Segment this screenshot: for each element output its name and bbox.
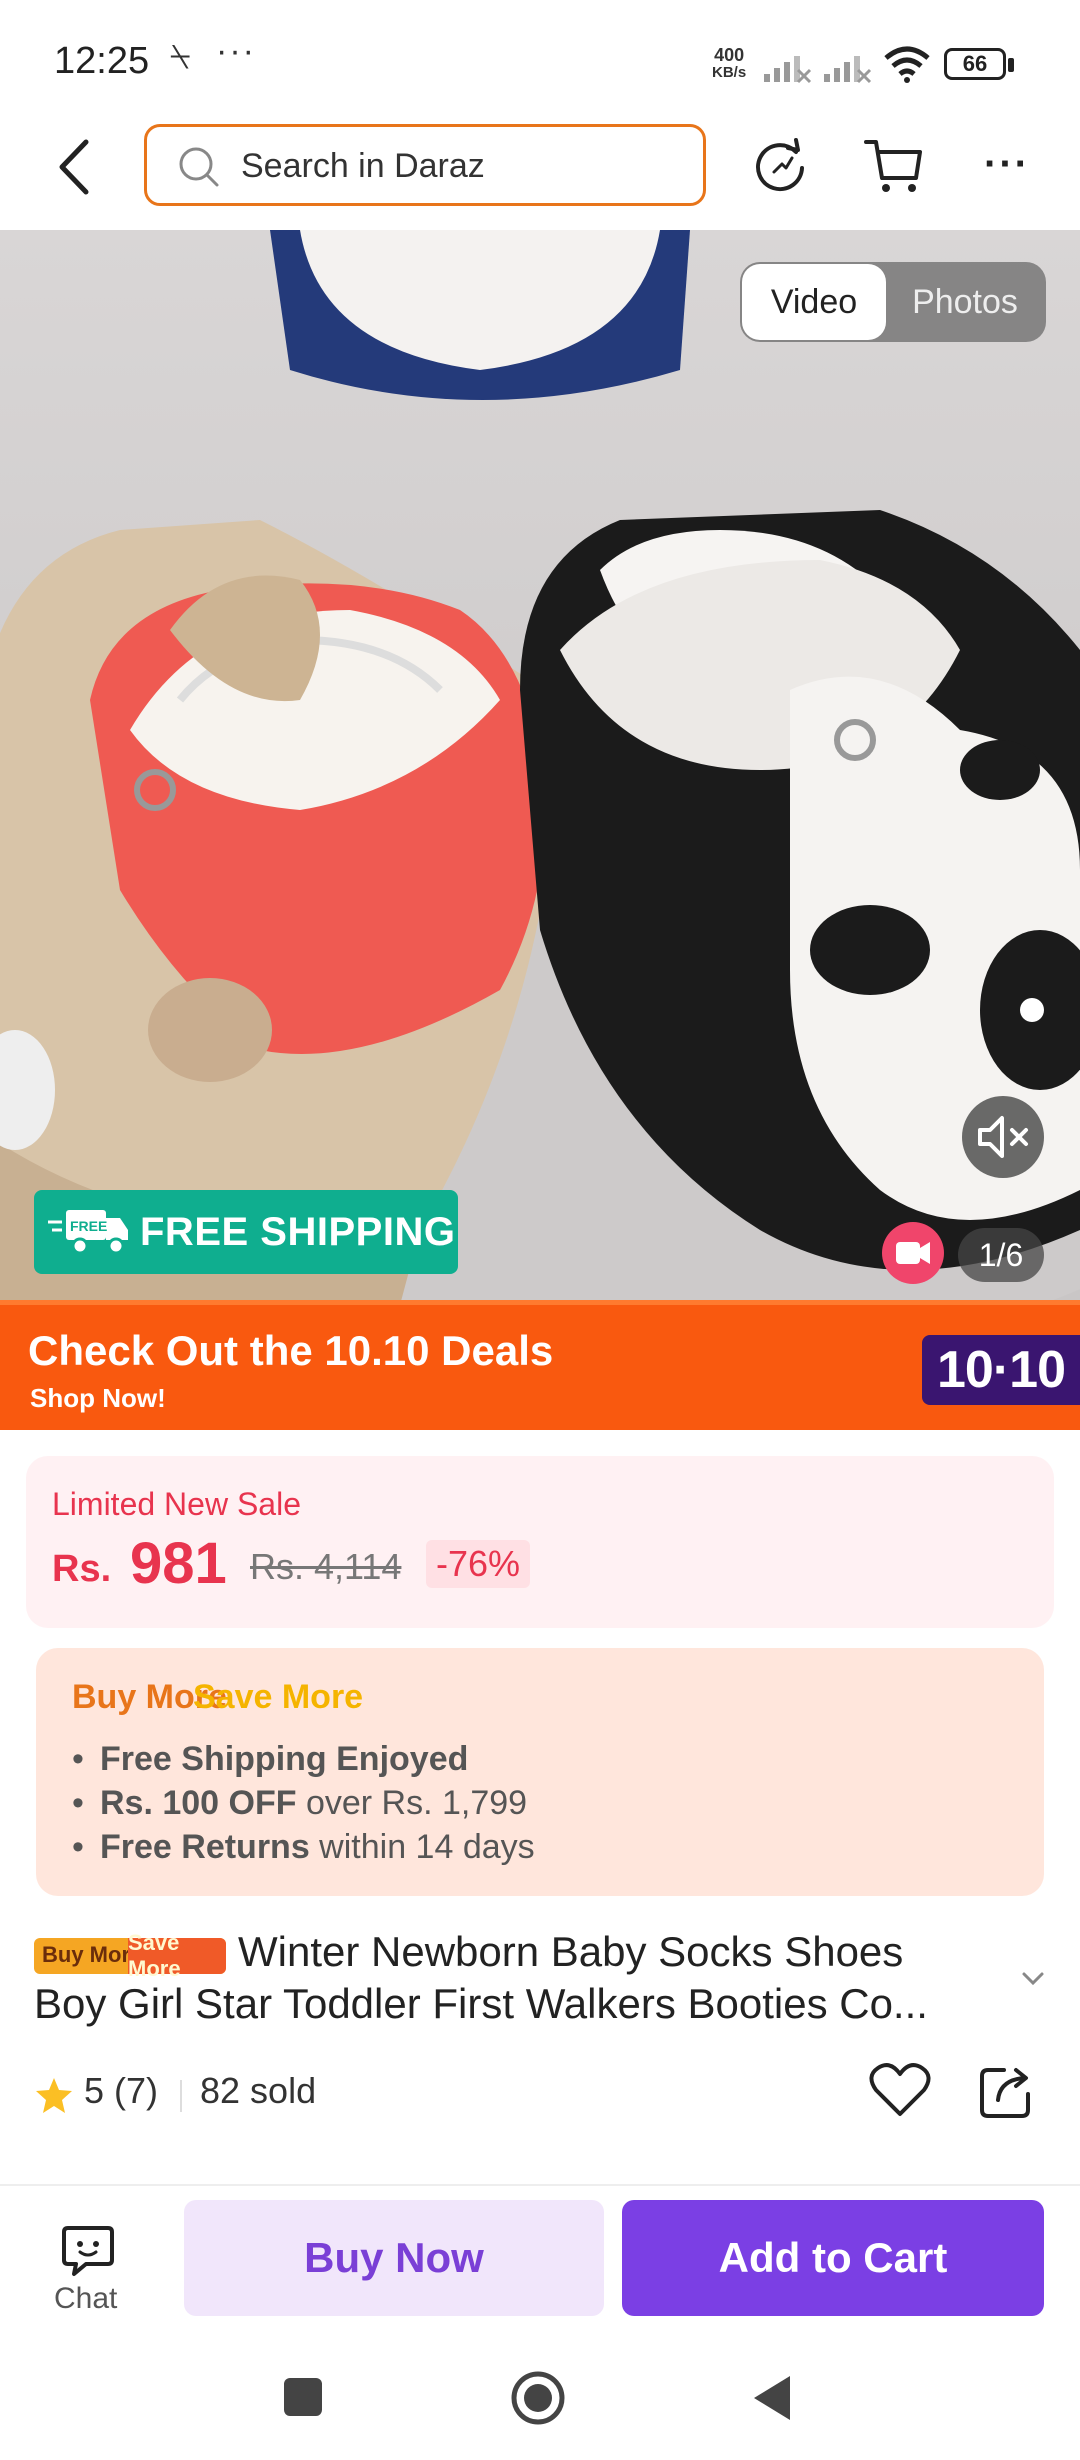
- free-shipping-label: FREE SHIPPING: [140, 1210, 456, 1254]
- product-title-line2: Boy Girl Star Toddler First Walkers Boot…: [34, 1980, 928, 2027]
- add-to-cart-button[interactable]: Add to Cart: [622, 2200, 1044, 2316]
- net-speed: 400 KB/s: [712, 45, 747, 81]
- chat-label[interactable]: Chat: [54, 2282, 117, 2316]
- product-video[interactable]: [0, 230, 1080, 1305]
- banner-subtitle: Shop Now!: [30, 1383, 166, 1413]
- sale-label: Limited New Sale: [52, 1486, 301, 1522]
- home-button[interactable]: [508, 2368, 568, 2428]
- product-title-line1: Winter Newborn Baby Socks Shoes: [238, 1928, 904, 1975]
- back-arrow-icon[interactable]: [48, 132, 98, 202]
- search-placeholder: Search in Daraz: [241, 147, 485, 185]
- price-currency: Rs.: [52, 1548, 112, 1590]
- deals-banner[interactable]: Check Out the 10.10 Deals Shop Now! 10·1…: [0, 1305, 1080, 1430]
- promo-item: • Free Shipping Enjoyed: [72, 1740, 469, 1778]
- mute-button[interactable]: [962, 1096, 1044, 1178]
- signal-2-icon: [824, 56, 872, 84]
- status-time: 12:25: [54, 40, 150, 82]
- divider: [180, 2080, 182, 2112]
- campaign-badge: 10·10: [922, 1335, 1080, 1405]
- truck-icon: FREE: [48, 1210, 128, 1255]
- chevron-down-icon[interactable]: [1018, 1964, 1048, 1994]
- star-icon: [36, 2078, 72, 2113]
- refresh-icon[interactable]: [752, 136, 810, 194]
- tab-video[interactable]: Video: [742, 264, 886, 340]
- notification-icon: ⍀: [170, 38, 191, 76]
- promo-item: • Free Returns within 14 days: [72, 1828, 535, 1866]
- banner-title: Check Out the 10.10 Deals: [28, 1327, 554, 1374]
- current-price: 981: [130, 1531, 227, 1596]
- chat-icon[interactable]: [60, 2222, 116, 2278]
- recent-apps-button[interactable]: [284, 2378, 322, 2416]
- more-notifications-icon: ···: [216, 32, 256, 70]
- wishlist-heart-icon[interactable]: [868, 2060, 932, 2120]
- signal-icon: [764, 56, 812, 84]
- battery-icon: 66: [944, 48, 1006, 80]
- more-options-icon[interactable]: ···: [984, 142, 1030, 187]
- battery-tip: [1008, 58, 1014, 72]
- discount-badge: -76%: [426, 1540, 531, 1588]
- mute-icon: [978, 1116, 1028, 1158]
- media-counter: 1/6: [958, 1228, 1044, 1282]
- free-tag: FREE: [70, 1218, 107, 1234]
- video-camera-icon[interactable]: [882, 1222, 944, 1284]
- tab-photos[interactable]: Photos: [890, 264, 1040, 340]
- status-bar: 12:25 ⍀ ··· 400 KB/s 66: [0, 0, 1080, 120]
- buy-more-card[interactable]: Buy More Save More • Free Shipping Enjoye…: [36, 1648, 1044, 1896]
- free-shipping-badge: FREE FREE SHIPPING: [34, 1190, 458, 1274]
- buy-more-save-more-tag: Buy More Save More: [34, 1930, 226, 1981]
- tag-save-more: Save More: [128, 1930, 226, 1981]
- search-input[interactable]: Search in Daraz: [144, 124, 706, 206]
- buy-now-button[interactable]: Buy Now: [184, 2200, 604, 2316]
- share-icon[interactable]: [978, 2062, 1036, 2120]
- video-icon: [896, 1242, 930, 1264]
- system-nav-bar: [0, 2330, 1080, 2460]
- promo-item: • Rs. 100 OFF over Rs. 1,799: [72, 1784, 528, 1822]
- cart-icon[interactable]: [862, 134, 926, 198]
- sold-count: 82 sold: [200, 2070, 317, 2111]
- price-card: Limited New Sale Rs. 981 Rs. 4,114 -76%: [26, 1456, 1054, 1628]
- product-image-illustration: [0, 230, 1080, 1305]
- save-more-title: Save More: [193, 1678, 364, 1716]
- search-icon: [179, 147, 219, 187]
- original-price: Rs. 4,114: [250, 1546, 402, 1587]
- rating-text[interactable]: 5 (7): [84, 2070, 158, 2112]
- wifi-icon: [884, 46, 930, 83]
- back-button[interactable]: [750, 2372, 794, 2424]
